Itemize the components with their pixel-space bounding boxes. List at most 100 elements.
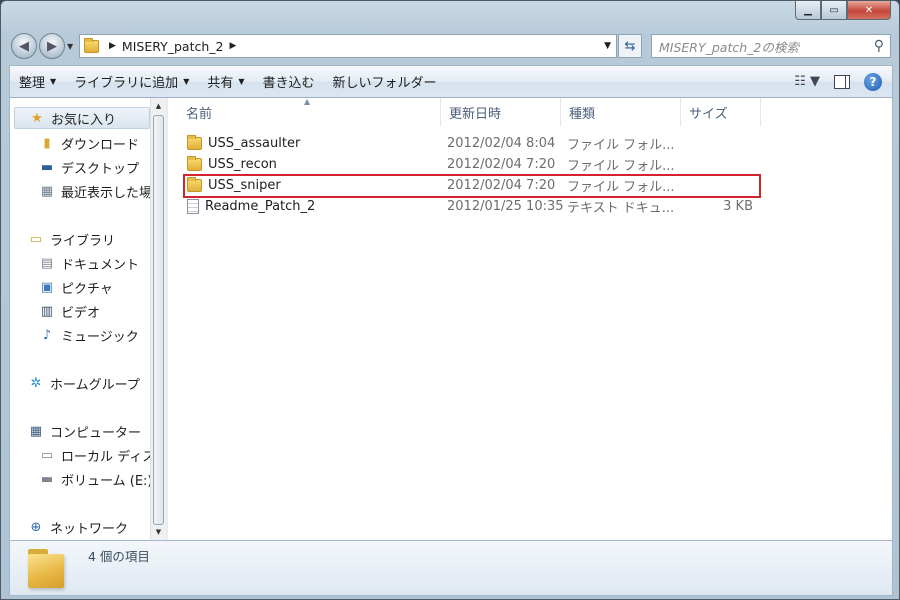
new-folder-button[interactable]: 新しいフォルダー [324,66,446,97]
folder-icon [187,156,202,171]
nav-label: コンピューター [50,425,142,441]
file-type: ファイル フォル... [567,138,675,153]
folder-icon [187,177,202,192]
breadcrumb-item[interactable]: MISERY_patch_2 [122,39,224,54]
column-headers: 名前 ▲ 更新日時 種類 サイズ [168,97,893,126]
nav-item-network[interactable]: ⊕ ネットワーク [28,516,128,538]
nav-item-computer[interactable]: ▦ コンピューター [28,420,141,442]
pictures-icon: ▣ [40,279,54,295]
forward-button[interactable]: ▶ [39,33,65,59]
share-button[interactable]: 共有 ▼ [198,66,253,97]
column-label: サイズ [689,106,728,122]
file-name: USS_recon [208,157,277,172]
recent-pages-dropdown[interactable]: ▼ [67,42,73,51]
computer-icon: ▦ [29,423,43,439]
nav-item-desktop[interactable]: ▬ デスクトップ [39,156,139,178]
chevron-down-icon: ▼ [183,77,190,86]
close-button[interactable]: ✕ [847,1,891,20]
search-placeholder: MISERY_patch_2の検索 [659,39,799,55]
burn-label: 書き込む [262,76,315,91]
column-label: 名前 [186,106,213,122]
folder-icon [187,135,202,150]
column-header-size[interactable]: サイズ [681,98,761,126]
column-header-type[interactable]: 種類 [561,98,681,126]
add-to-library-button[interactable]: ライブラリに追加 ▼ [65,66,198,97]
address-bar[interactable]: ▶ MISERY_patch_2 ▶ ▼ [79,34,617,58]
nav-item-recent[interactable]: ▦ 最近表示した場所 [39,180,165,202]
organize-button[interactable]: 整理 ▼ [10,66,65,97]
scroll-down-icon[interactable]: ▼ [151,524,166,540]
search-icon[interactable]: ⚲ [874,38,884,54]
organize-label: 整理 [19,76,46,91]
nav-label: ピクチャ [61,281,113,297]
nav-item-documents[interactable]: ▤ ドキュメント [39,252,139,274]
forward-arrow-icon: ▶ [47,38,57,54]
network-icon: ⊕ [30,519,42,535]
address-row: ◀ ▶ ▼ ▶ MISERY_patch_2 ▶ ▼ ⇆ MISERY_patc… [1,29,899,63]
nav-label: ホームグループ [50,377,140,393]
nav-item-downloads[interactable]: ▮ ダウンロード [39,132,139,154]
music-note-icon: ♪ [42,327,52,343]
nav-label: ミュージック [61,329,139,345]
file-list: 名前 ▲ 更新日時 種類 サイズ USS_assaulter 2012/02/0… [168,97,893,540]
share-label: 共有 [207,76,234,91]
chevron-down-icon: ▼ [50,77,57,86]
caption-buttons: ▁ ▭ ✕ [795,1,891,21]
file-name: USS_assaulter [208,136,301,151]
nav-label: ビデオ [61,305,101,321]
desktop-icon: ▬ [40,159,54,175]
nav-label: ダウンロード [61,137,140,153]
nav-item-videos[interactable]: ▥ ビデオ [39,300,100,322]
minimize-button[interactable]: ▁ [795,1,821,20]
navigation-pane: ★ お気に入り ▮ ダウンロード ▬ デスクトップ ▦ 最近表示した場所 ▭ ラ… [9,98,166,540]
nav-label: お気に入り [51,112,117,128]
file-date: 2012/01/25 10:35 [447,199,564,214]
nav-item-homegroup[interactable]: ✲ ホームグループ [28,372,140,394]
nav-item-local-disk[interactable]: ▭ ローカル ディスク [39,444,166,466]
sort-ascending-icon: ▲ [304,97,311,106]
back-button[interactable]: ◀ [11,33,37,59]
change-view-icon[interactable]: ☷ ▼ [794,74,820,89]
column-label: 種類 [569,106,596,122]
file-row[interactable]: USS_assaulter 2012/02/04 8:04 ファイル フォル..… [181,133,758,154]
video-icon: ▥ [40,303,54,319]
refresh-button[interactable]: ⇆ [618,34,642,58]
maximize-button[interactable]: ▭ [821,1,847,20]
new-folder-label: 新しいフォルダー [332,76,437,91]
removable-drive-icon: ▬ [40,471,54,487]
file-date: 2012/02/04 7:20 [447,157,556,172]
command-bar: 整理 ▼ ライブラリに追加 ▼ 共有 ▼ 書き込む 新しいフォルダー ☷ ▼ ? [9,65,893,98]
file-row[interactable]: USS_sniper 2012/02/04 7:20 ファイル フォル... [181,175,758,196]
breadcrumb-separator-icon[interactable]: ▶ [109,41,116,51]
scroll-up-icon[interactable]: ▲ [151,98,166,114]
file-type: テキスト ドキュ... [567,201,675,216]
file-type: ファイル フォル... [567,180,675,195]
nav-label: ドキュメント [61,257,140,273]
file-row[interactable]: USS_recon 2012/02/04 7:20 ファイル フォル... [181,154,758,175]
nav-item-pictures[interactable]: ▣ ピクチャ [39,276,113,298]
back-arrow-icon: ◀ [19,38,29,54]
nav-item-music[interactable]: ♪ ミュージック [39,324,139,346]
burn-button[interactable]: 書き込む [254,66,324,97]
help-icon[interactable]: ? [864,72,882,91]
file-name: USS_sniper [208,178,281,193]
nav-item-favorites[interactable]: ★ お気に入り [14,107,150,129]
file-size: 3 KB [723,199,753,214]
nav-scrollbar[interactable]: ▲ ▼ [150,98,166,540]
file-date: 2012/02/04 7:20 [447,178,556,193]
downloads-folder-icon: ▮ [43,135,51,151]
breadcrumb-separator-icon[interactable]: ▶ [230,41,237,51]
file-date: 2012/02/04 8:04 [447,136,556,151]
file-name: Readme_Patch_2 [205,199,316,214]
recent-places-icon: ▦ [40,183,54,199]
folder-icon [84,37,99,53]
scrollbar-thumb[interactable] [153,115,164,525]
address-dropdown-icon[interactable]: ▼ [604,41,611,51]
nav-item-libraries[interactable]: ▭ ライブラリ [28,228,115,250]
preview-pane-icon[interactable] [834,74,850,89]
search-input[interactable]: MISERY_patch_2の検索 ⚲ [651,34,891,58]
drive-icon: ▭ [40,447,54,463]
nav-item-volume-e[interactable]: ▬ ボリューム (E:) [39,468,153,490]
column-header-modified[interactable]: 更新日時 [441,98,561,126]
file-row[interactable]: Readme_Patch_2 2012/01/25 10:35 テキスト ドキュ… [181,196,758,217]
